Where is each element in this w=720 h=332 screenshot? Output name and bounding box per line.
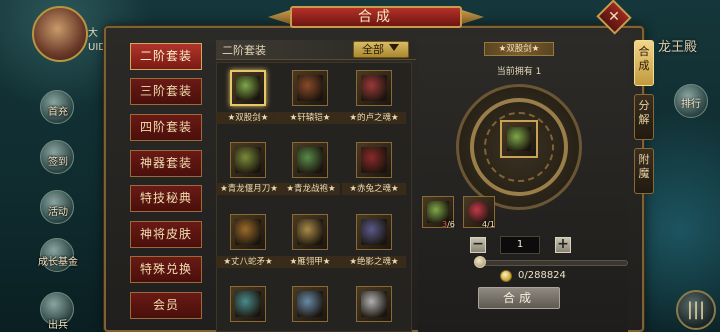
dispatch-label: 出兵: [48, 320, 68, 331]
quantity-slider-handle[interactable]: [474, 256, 486, 268]
growth-fund-label: 成长基金: [38, 257, 78, 268]
player-name-tag: 大: [88, 28, 98, 39]
grid-item-3[interactable]: [230, 142, 266, 178]
grid-item-label: ★赤兔之魂★: [342, 183, 406, 195]
category-tab-artifact-set[interactable]: 神器套装: [130, 150, 202, 177]
increase-quantity-button[interactable]: +: [555, 237, 571, 253]
owned-count: 当前拥有 1: [496, 67, 542, 77]
filter-dropdown[interactable]: 全部: [353, 41, 409, 58]
grid-item-label: ★青龙战袍★: [282, 183, 340, 195]
target-item-slot[interactable]: [500, 120, 538, 158]
category-tab-special-exchange[interactable]: 特殊兑换: [130, 256, 202, 283]
spear-icon: [235, 291, 261, 317]
craft-button[interactable]: 合成: [478, 287, 560, 309]
grid-item-label: ★双股剑★: [216, 112, 280, 124]
shadow-horse-soul-icon: [361, 219, 387, 245]
grid-item-label: ★轩辕铠★: [278, 112, 342, 124]
material-count-1: 4/1: [482, 220, 495, 229]
serpent-spear-icon: [235, 219, 261, 245]
category-tab-tier3-set[interactable]: 三阶套装: [130, 78, 202, 105]
grid-item-6[interactable]: [230, 214, 266, 250]
player-avatar[interactable]: [32, 6, 88, 62]
glaive-icon: [235, 147, 261, 173]
category-tab-tier4-set[interactable]: 四阶套装: [130, 114, 202, 141]
grid-item-label: ★的卢之魂★: [342, 112, 406, 124]
decrease-quantity-button[interactable]: −: [470, 237, 486, 253]
grid-item-5[interactable]: [356, 142, 392, 178]
material-need: /6: [447, 220, 455, 229]
red-horse-soul-icon: [361, 147, 387, 173]
quantity-slider-track[interactable]: [478, 260, 628, 266]
menu-bars-icon: |||: [686, 299, 706, 320]
ranking-label: 排行: [681, 99, 701, 110]
grid-item-0[interactable]: [230, 70, 266, 106]
material-need: /1: [487, 220, 495, 229]
grid-item-11[interactable]: [356, 286, 392, 322]
grid-item-label: ★雁翎甲★: [278, 256, 342, 268]
robe-icon: [297, 291, 323, 317]
battle-robe-icon: [297, 147, 323, 173]
grid-item-1[interactable]: [292, 70, 328, 106]
category-tab-vip[interactable]: 会员: [130, 292, 202, 319]
close-icon[interactable]: ✕: [601, 5, 627, 29]
category-tab-skill-manual[interactable]: 特技秘典: [130, 185, 202, 212]
material-count-0: 3/6: [442, 220, 455, 229]
grid-item-label: ★绝影之魂★: [342, 256, 406, 268]
area-title: 龙王殿: [658, 40, 698, 55]
armor-icon: [297, 75, 323, 101]
grid-item-10[interactable]: [292, 286, 328, 322]
grid-item-label: ★丈八蛇矛★: [216, 256, 280, 268]
grid-item-7[interactable]: [292, 214, 328, 250]
main-menu-button[interactable]: |||: [676, 290, 716, 330]
twin-swords-icon: [236, 76, 260, 100]
grid-item-4[interactable]: [292, 142, 328, 178]
first-recharge-label: 首充: [48, 107, 68, 118]
window-title: 合成: [290, 6, 462, 28]
grid-item-label: ★青龙偃月刀★: [216, 183, 282, 195]
chevron-down-icon: [389, 44, 399, 51]
filter-label: 全部: [362, 43, 384, 56]
grid-item-2[interactable]: [356, 70, 392, 106]
activity-label: 活动: [48, 207, 68, 218]
white-horse-icon: [361, 291, 387, 317]
grid-item-9[interactable]: [230, 286, 266, 322]
side-tab-craft[interactable]: 合成: [634, 40, 654, 86]
category-tab-tier2-set[interactable]: 二阶套装: [130, 43, 202, 70]
side-tab-decompose[interactable]: 分解: [634, 94, 654, 140]
sign-in-label: 签到: [48, 157, 68, 168]
side-tab-enchant[interactable]: 附魔: [634, 148, 654, 194]
coin-icon: [500, 270, 512, 282]
horse-soul-icon: [361, 75, 387, 101]
feather-armor-icon: [297, 219, 323, 245]
quantity-field[interactable]: 1: [500, 236, 540, 254]
grid-heading: 二阶套装: [222, 44, 266, 57]
cost-text: 0/288824: [518, 270, 566, 281]
twin-swords-icon: [507, 127, 531, 151]
selected-item-name: ★双股剑★: [484, 42, 554, 56]
grid-item-8[interactable]: [356, 214, 392, 250]
category-tab-general-skin[interactable]: 神将皮肤: [130, 221, 202, 248]
